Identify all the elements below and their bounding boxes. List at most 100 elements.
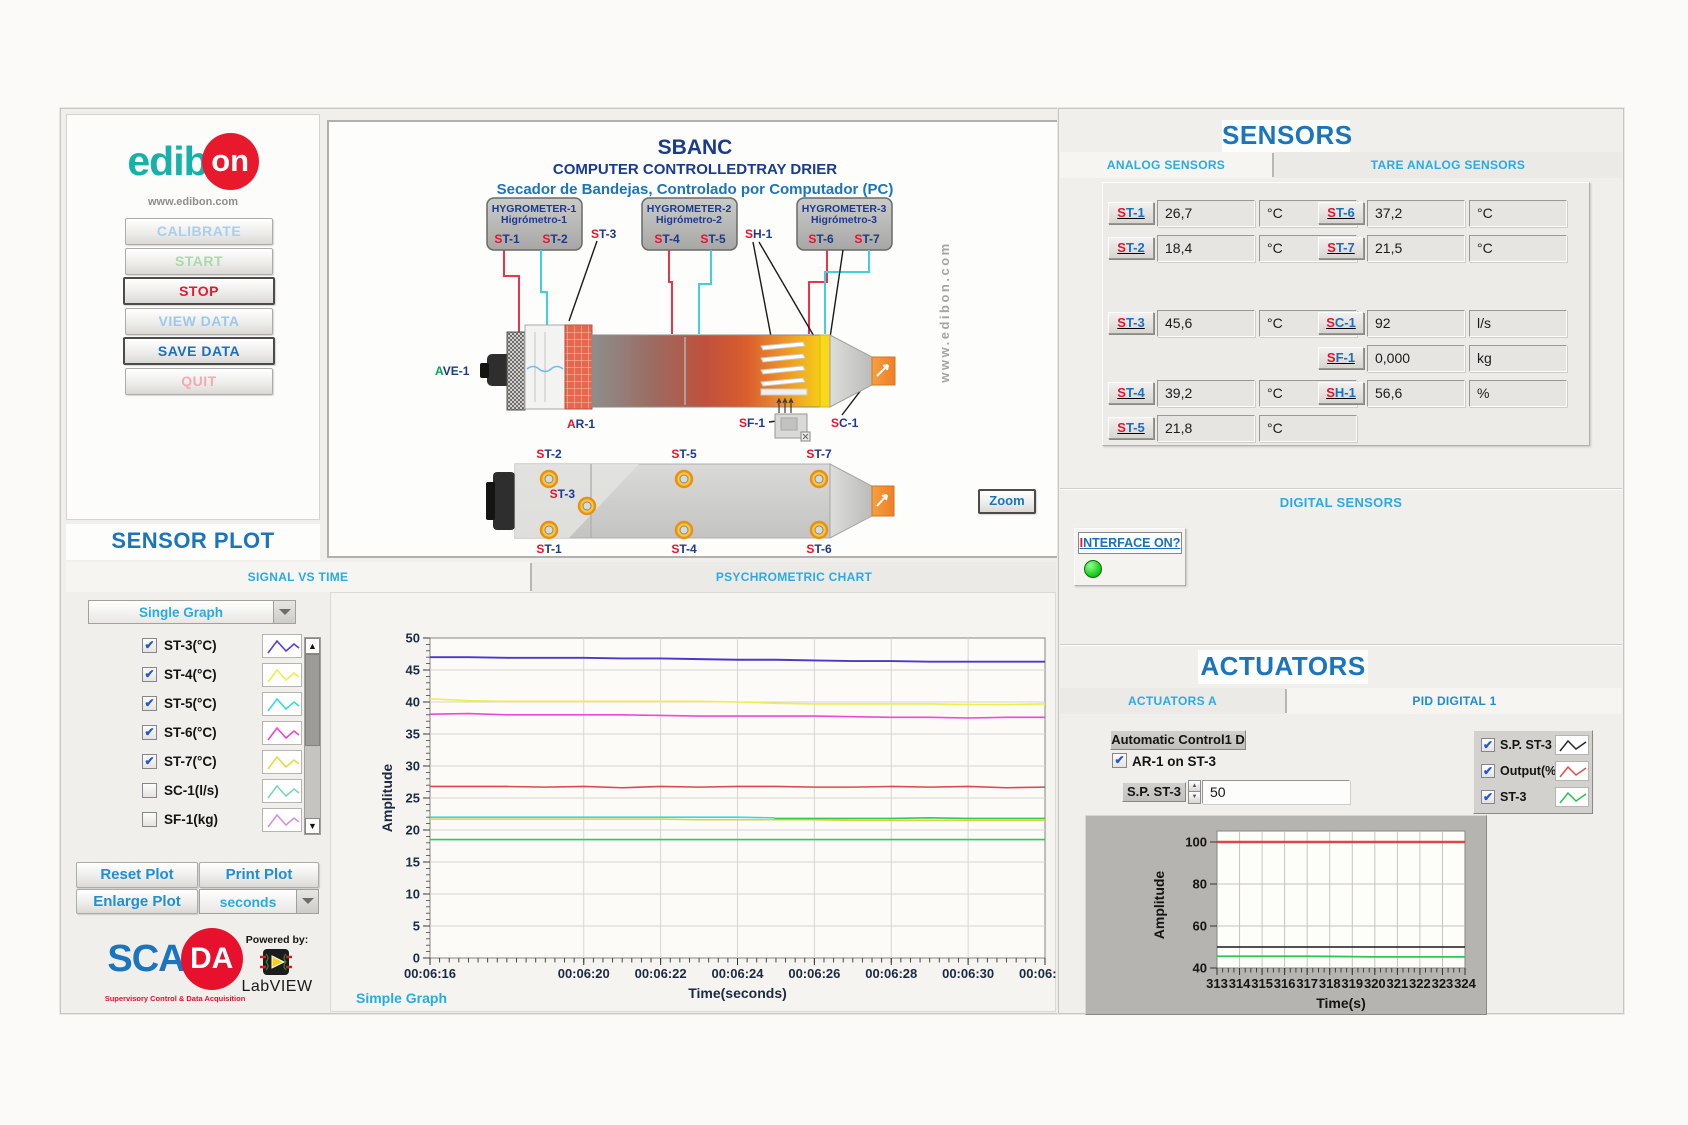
graph-mode-value: Single Graph <box>89 605 273 620</box>
stop-button[interactable]: STOP <box>123 277 275 305</box>
setpoint-spinner[interactable]: ▲ ▼ <box>1188 780 1201 804</box>
tab-analog-sensors[interactable]: ANALOG SENSORS <box>1060 152 1272 178</box>
labview-icon <box>260 948 292 976</box>
chevron-down-icon[interactable] <box>296 890 318 913</box>
powered-by-label: Powered by: <box>238 934 316 946</box>
tab-psychrometric-chart[interactable]: PSYCHROMETRIC CHART <box>532 562 1056 592</box>
svg-text:320: 320 <box>1364 976 1386 991</box>
sh1-label: SH-1 <box>745 227 773 241</box>
legend-line-icon-output <box>1555 761 1589 781</box>
sensor-unit-sc1: l/s <box>1469 310 1567 337</box>
svg-text:321: 321 <box>1387 976 1409 991</box>
tab-actuators-a[interactable]: ACTUATORS A <box>1060 688 1285 714</box>
spinner-down-icon[interactable]: ▼ <box>1188 792 1201 804</box>
outlet-strip <box>820 335 830 407</box>
sensor-wires <box>504 250 869 334</box>
chevron-down-icon[interactable] <box>273 601 295 623</box>
svg-text:45: 45 <box>406 663 420 678</box>
scroll-down-icon[interactable]: ▼ <box>305 818 320 834</box>
channel-line-icon-sc1 <box>262 779 302 803</box>
tab-tare-analog-sensors[interactable]: TARE ANALOG SENSORS <box>1274 152 1622 178</box>
pid-chart: 4060801003133143153163173183193203213223… <box>1086 816 1486 1014</box>
legend-checkbox-sp[interactable]: ✔ <box>1481 738 1495 752</box>
svg-text:317: 317 <box>1296 976 1318 991</box>
check-icon: ✔ <box>1483 790 1493 804</box>
channel-checkbox-st6[interactable]: ✔ <box>142 725 157 740</box>
bottom-st1-label: ST-1 <box>536 542 562 556</box>
svg-text:35: 35 <box>406 727 420 742</box>
check-icon: ✔ <box>144 638 154 652</box>
legend-line-icon-sp <box>1555 735 1589 755</box>
tab-pid-digital-1[interactable]: PID DIGITAL 1 <box>1287 688 1622 714</box>
flow-arrows <box>777 399 793 413</box>
edibon-website: www.edibon.com <box>66 196 320 208</box>
svg-text:319: 319 <box>1341 976 1363 991</box>
channel-line-icon-st3 <box>262 634 302 658</box>
svg-text:10: 10 <box>406 887 420 902</box>
scroll-up-icon[interactable]: ▲ <box>305 638 320 654</box>
bottom-st4-label: ST-4 <box>671 542 697 556</box>
sensor-value-st4: 39,2 <box>1157 380 1255 407</box>
bottom-st7-label: ST-7 <box>806 447 832 461</box>
diagram-panel: SBANC COMPUTER CONTROLLEDTRAY DRIER Seca… <box>327 120 1059 558</box>
start-button[interactable]: START <box>125 248 273 275</box>
svg-text:Time(seconds): Time(seconds) <box>688 985 787 1001</box>
automatic-control-chip[interactable]: Automatic Control1 D <box>1110 730 1246 750</box>
tab-signal-vs-time[interactable]: SIGNAL VS TIME <box>66 562 530 592</box>
svg-text:00:06:22: 00:06:22 <box>635 966 687 981</box>
sensor-label-sf1: SF-1 <box>1318 347 1364 369</box>
digital-sensors-divider <box>1060 488 1622 490</box>
channel-checkbox-sf1[interactable] <box>142 812 157 827</box>
hygrometer-3-box: HYGROMETER-3 Higrómetro-3 ST-6 ST-7 <box>797 198 892 250</box>
save-data-button[interactable]: SAVE DATA <box>123 337 275 365</box>
setpoint-input[interactable]: 50 <box>1202 780 1350 804</box>
sensor-value-st1: 26,7 <box>1157 200 1255 227</box>
sensor-value-st6: 37,2 <box>1367 200 1465 227</box>
hygrometer-1-box: HYGROMETER-1 Higrómetro-1 ST-1 ST-2 <box>487 198 582 250</box>
channel-label-st5: ST-5(°C) <box>164 696 217 711</box>
spinner-up-icon[interactable]: ▲ <box>1188 780 1201 792</box>
svg-text:00:06:20: 00:06:20 <box>558 966 610 981</box>
sensors-title: SENSORS <box>1222 120 1350 152</box>
channel-checkbox-st5[interactable]: ✔ <box>142 696 157 711</box>
enlarge-plot-button[interactable]: Enlarge Plot <box>76 889 198 914</box>
edibon-logo: edib on <box>66 128 320 194</box>
sensor-label-sc1: SC-1 <box>1318 312 1364 334</box>
view-data-button[interactable]: VIEW DATA <box>125 308 273 335</box>
sensor-value-sf1: 0,000 <box>1367 345 1465 372</box>
svg-text:315: 315 <box>1251 976 1273 991</box>
channel-checkbox-st7[interactable]: ✔ <box>142 754 157 769</box>
channel-checkbox-sc1[interactable] <box>142 783 157 798</box>
channel-checkbox-st3[interactable]: ✔ <box>142 638 157 653</box>
time-unit-dropdown[interactable]: seconds <box>199 889 319 914</box>
actuators-title: ACTUATORS <box>1198 650 1368 684</box>
svg-text:20: 20 <box>406 823 420 838</box>
channel-line-icon-sf1 <box>262 808 302 832</box>
quit-button[interactable]: QUIT <box>125 368 273 395</box>
scrollbar-thumb[interactable] <box>305 654 320 746</box>
check-icon: ✔ <box>1483 764 1493 778</box>
sensor-label-st2: ST-2 <box>1108 237 1154 259</box>
channel-checkbox-st4[interactable]: ✔ <box>142 667 157 682</box>
print-plot-button[interactable]: Print Plot <box>199 862 319 888</box>
zoom-button[interactable]: Zoom <box>978 489 1036 514</box>
ar1-checkbox[interactable]: ✔ <box>1112 753 1127 768</box>
channel-scrollbar[interactable]: ▲ ▼ <box>304 637 321 835</box>
legend-checkbox-st3[interactable]: ✔ <box>1481 790 1495 804</box>
reset-plot-button[interactable]: Reset Plot <box>76 862 198 888</box>
calibrate-button[interactable]: CALIBRATE <box>125 218 273 245</box>
graph-mode-dropdown[interactable]: Single Graph <box>88 600 296 624</box>
scada-logo-text: SCA <box>107 938 184 981</box>
diagram-subtitle-en: COMPUTER CONTROLLEDTRAY DRIER <box>553 161 837 178</box>
sensor-value-sc1: 92 <box>1367 310 1465 337</box>
sc1-label: SC-1 <box>831 416 859 430</box>
svg-text:0: 0 <box>413 951 420 966</box>
svg-text:00:06:28: 00:06:28 <box>865 966 917 981</box>
legend-checkbox-output[interactable]: ✔ <box>1481 764 1495 778</box>
digital-sensors-title: DIGITAL SENSORS <box>1060 495 1622 510</box>
legend-label-output: Output(%) <box>1500 764 1560 778</box>
channel-label-sf1: SF-1(kg) <box>164 812 218 827</box>
ave1-label: AVE-1 <box>435 364 470 378</box>
svg-text:Time(s): Time(s) <box>1316 995 1366 1011</box>
check-icon: ✔ <box>144 725 154 739</box>
